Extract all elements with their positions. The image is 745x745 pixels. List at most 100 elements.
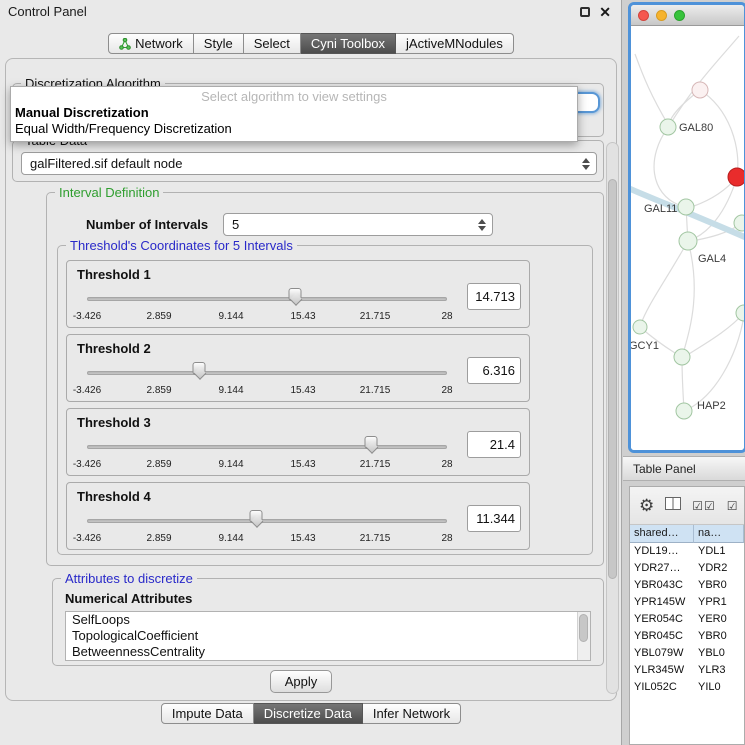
slider-thumb[interactable]	[365, 436, 378, 449]
gear-icon[interactable]: ⚙	[639, 496, 654, 516]
list-item[interactable]: SelfLoops	[66, 612, 590, 628]
tab-jactivemnodules[interactable]: jActiveMNodules	[396, 33, 514, 54]
network-node[interactable]	[736, 305, 744, 321]
scrollbar-thumb[interactable]	[608, 179, 617, 579]
list-item[interactable]: TopologicalCoefficient	[66, 628, 590, 644]
network-window-titlebar[interactable]	[631, 5, 744, 26]
threshold-slider[interactable]	[87, 439, 447, 457]
select-columns-icon[interactable]: ☑☑	[692, 499, 716, 513]
table-data-select[interactable]: galFiltered.sif default node	[21, 152, 597, 175]
table-row[interactable]: YPR145WYPR1	[630, 594, 744, 611]
network-node[interactable]	[678, 199, 694, 215]
table-row[interactable]: YBR043CYBR0	[630, 577, 744, 594]
algorithm-dropdown: Select algorithm to view settings Manual…	[10, 86, 578, 142]
slider-thumb[interactable]	[288, 288, 301, 301]
list-item[interactable]: BetweennessCentrality	[66, 644, 590, 660]
table-cell: YER054C	[630, 611, 694, 628]
table-row[interactable]: YDL19…YDL1	[630, 543, 744, 560]
slider-thumb[interactable]	[250, 510, 263, 523]
scrollbar-thumb[interactable]	[579, 614, 588, 642]
network-node[interactable]	[660, 119, 676, 135]
table-cell: YBL079W	[630, 645, 694, 662]
scale-tick-label: 9.144	[218, 385, 243, 396]
dropdown-option-manual-discretization[interactable]: Manual Discretization	[11, 105, 577, 121]
threshold-panel-3: Threshold 3 -3.4262.8599.14415.4321.7152…	[66, 408, 530, 476]
float-window-icon[interactable]	[580, 7, 590, 17]
tab-infer-network[interactable]: Infer Network	[363, 703, 461, 724]
scale-tick-label: 2.859	[146, 385, 171, 396]
network-node[interactable]	[679, 232, 697, 250]
apply-button[interactable]: Apply	[270, 670, 332, 693]
table-cell: YBR0	[694, 577, 744, 594]
select-all-icon[interactable]: ☑	[727, 499, 739, 513]
columns-icon[interactable]	[665, 497, 681, 515]
network-node-label: GCY1	[631, 340, 659, 352]
table-row[interactable]: YBL079WYBL0	[630, 645, 744, 662]
minimize-traffic-light-icon[interactable]	[656, 10, 667, 21]
cyni-bottom-tabs: Impute Data Discretize Data Infer Networ…	[0, 703, 622, 724]
threshold-label: Threshold 3	[77, 415, 151, 430]
tab-discretize-data[interactable]: Discretize Data	[254, 703, 363, 724]
scale-tick-label: 15.43	[290, 533, 315, 544]
zoom-traffic-light-icon[interactable]	[674, 10, 685, 21]
slider-scale: -3.4262.8599.14415.4321.71528	[87, 385, 447, 398]
network-node[interactable]	[734, 215, 744, 231]
close-icon[interactable]: ✕	[599, 5, 611, 19]
control-panel-scrollbar[interactable]	[606, 142, 619, 694]
threshold-panel-4: Threshold 4 -3.4262.8599.14415.4321.7152…	[66, 482, 530, 550]
table-row[interactable]: YBR045CYBR0	[630, 628, 744, 645]
scale-tick-label: -3.426	[73, 533, 101, 544]
combo-arrows-icon	[478, 219, 486, 231]
table-row[interactable]: YLR345WYLR3	[630, 662, 744, 679]
tab-network[interactable]: Network	[108, 33, 194, 54]
table-cell: YBR043C	[630, 577, 694, 594]
network-node[interactable]	[674, 349, 690, 365]
threshold-value-field[interactable]: 21.4	[467, 431, 521, 458]
network-node[interactable]	[676, 403, 692, 419]
threshold-slider[interactable]	[87, 513, 447, 531]
table-cell: YPR145W	[630, 594, 694, 611]
network-node[interactable]	[692, 82, 708, 98]
threshold-slider[interactable]	[87, 365, 447, 383]
table-cell: YLR345W	[630, 662, 694, 679]
list-scrollbar[interactable]	[577, 612, 590, 660]
threshold-slider[interactable]	[87, 291, 447, 309]
tab-style[interactable]: Style	[194, 33, 244, 54]
scale-tick-label: 28	[441, 385, 452, 396]
table-row[interactable]: YDR27…YDR2	[630, 560, 744, 577]
control-panel-titlebar: Control Panel ✕	[0, 0, 621, 24]
network-node[interactable]	[633, 320, 647, 334]
table-cell: YIL052C	[630, 679, 694, 696]
scale-tick-label: 15.43	[290, 385, 315, 396]
tab-label: Select	[254, 36, 290, 51]
table-row[interactable]: YER054CYER0	[630, 611, 744, 628]
close-traffic-light-icon[interactable]	[638, 10, 649, 21]
scale-tick-label: -3.426	[73, 459, 101, 470]
network-canvas[interactable]: GAL80GAL11GAL4GCY1HAP2	[631, 26, 744, 450]
threshold-value-field[interactable]: 11.344	[467, 505, 521, 532]
scale-tick-label: 21.715	[360, 385, 391, 396]
table-panel-header[interactable]: Table Panel	[623, 456, 745, 481]
tab-label: Impute Data	[172, 706, 243, 721]
network-canvas-svg: GAL80GAL11GAL4GCY1HAP2	[631, 26, 744, 450]
slider-scale: -3.4262.8599.14415.4321.71528	[87, 459, 447, 472]
combo-arrows-icon	[582, 158, 590, 170]
slider-track	[87, 445, 447, 449]
tab-select[interactable]: Select	[244, 33, 301, 54]
network-node-selected[interactable]	[728, 168, 744, 186]
number-of-intervals-select[interactable]: 5	[223, 213, 493, 236]
table-cell: YDR2	[694, 560, 744, 577]
threshold-value-field[interactable]: 14.713	[467, 283, 521, 310]
network-window: GAL80GAL11GAL4GCY1HAP2	[628, 2, 745, 453]
column-header-shared-name[interactable]: shared…	[630, 525, 694, 543]
slider-thumb[interactable]	[192, 362, 205, 375]
tab-cyni-toolbox[interactable]: Cyni Toolbox	[301, 33, 396, 54]
node-table-header: shared… na…	[630, 525, 744, 543]
slider-scale: -3.4262.8599.14415.4321.71528	[87, 533, 447, 546]
table-cell: YBL0	[694, 645, 744, 662]
threshold-value-field[interactable]: 6.316	[467, 357, 521, 384]
table-row[interactable]: YIL052CYIL0	[630, 679, 744, 696]
column-header-name[interactable]: na…	[694, 525, 744, 543]
tab-impute-data[interactable]: Impute Data	[161, 703, 254, 724]
dropdown-option-equal-width-frequency[interactable]: Equal Width/Frequency Discretization	[11, 121, 577, 137]
